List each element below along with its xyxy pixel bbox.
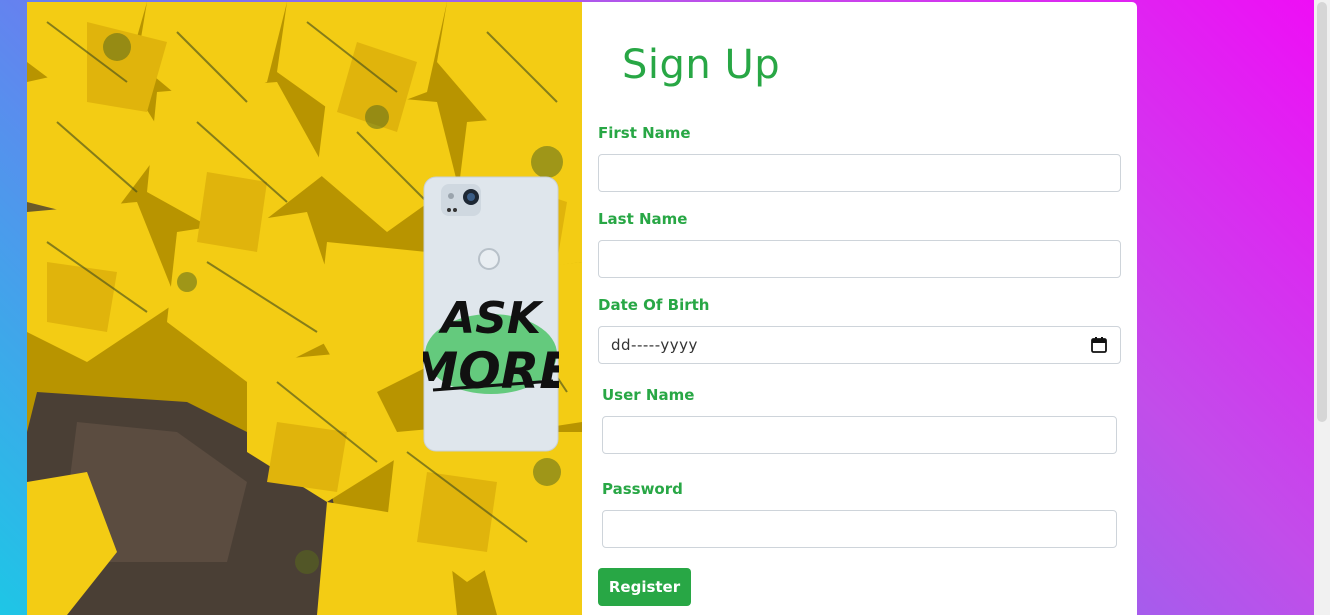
- calendar-icon[interactable]: [1090, 336, 1108, 354]
- first-name-input[interactable]: [598, 154, 1121, 192]
- first-name-label: First Name: [598, 124, 691, 142]
- page-scrollbar[interactable]: [1314, 0, 1330, 615]
- username-input[interactable]: [602, 416, 1117, 454]
- last-name-input[interactable]: [598, 240, 1121, 278]
- phone-illustration: ASK MORE: [423, 176, 559, 452]
- dob-input[interactable]: dd-----yyyy: [598, 326, 1121, 364]
- phone-text-ask: ASK: [438, 293, 544, 344]
- last-name-label: Last Name: [598, 210, 688, 228]
- page-title: Sign Up: [622, 42, 781, 88]
- signup-card: ASK MORE Sign Up First Name Last Name Da…: [27, 2, 1137, 615]
- username-label: User Name: [602, 386, 695, 404]
- scrollbar-thumb[interactable]: [1317, 2, 1327, 422]
- dob-label: Date Of Birth: [598, 296, 710, 314]
- password-label: Password: [602, 480, 683, 498]
- phone-text-more: MORE: [423, 342, 559, 400]
- hero-image: ASK MORE: [27, 2, 582, 615]
- dob-placeholder: dd-----yyyy: [611, 336, 698, 354]
- register-button[interactable]: Register: [598, 568, 691, 606]
- signup-form: Sign Up First Name Last Name Date Of Bir…: [582, 2, 1137, 615]
- password-input[interactable]: [602, 510, 1117, 548]
